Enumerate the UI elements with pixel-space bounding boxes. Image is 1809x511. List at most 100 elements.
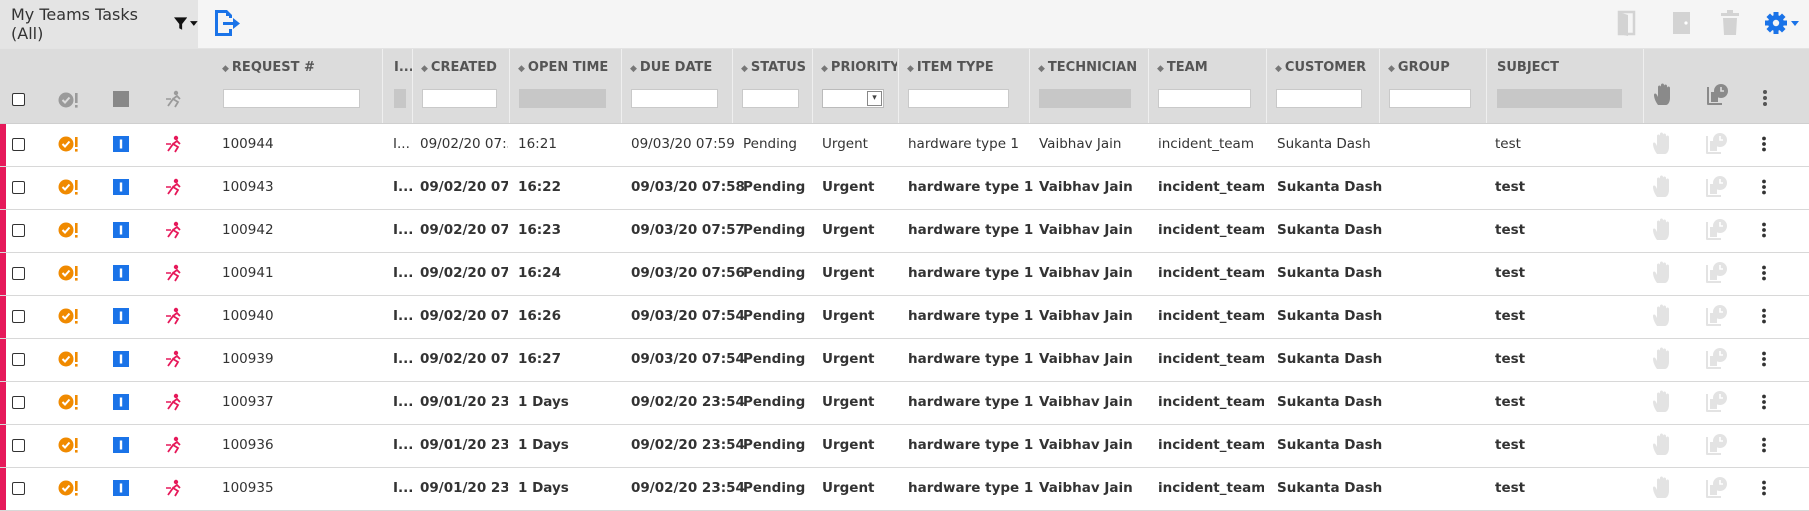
request-link[interactable]: 100942 xyxy=(222,210,274,251)
row-checkbox[interactable] xyxy=(12,310,25,323)
info-icon[interactable] xyxy=(113,308,129,324)
cell-customer: Sukanta Dash xyxy=(1277,265,1383,281)
schedule-icon[interactable] xyxy=(1705,175,1729,199)
column-customer[interactable]: ◆ CUSTOMER xyxy=(1266,49,1379,123)
column-created[interactable]: ◆ CREATED xyxy=(412,49,509,123)
pickup-hand-icon[interactable] xyxy=(1652,261,1674,285)
more-vertical-icon[interactable] xyxy=(1761,480,1767,496)
pickup-hand-icon[interactable] xyxy=(1652,218,1674,242)
group-filter-input[interactable] xyxy=(1389,89,1471,108)
select-all-checkbox[interactable] xyxy=(12,93,25,106)
table-row[interactable]: 100937 I... 09/01/20 23:... 1 Days 09/02… xyxy=(0,382,1809,425)
open-time-filter-input xyxy=(519,89,606,108)
info-icon[interactable] xyxy=(113,351,129,367)
info-icon[interactable] xyxy=(113,437,129,453)
column-i[interactable]: I... xyxy=(382,49,414,123)
row-checkbox[interactable] xyxy=(12,396,25,409)
row-checkbox[interactable] xyxy=(12,138,25,151)
column-priority[interactable]: ◆PRIORITY... ▾ xyxy=(812,49,898,123)
column-due-date[interactable]: ◆ DUE DATE xyxy=(621,49,732,123)
table-row[interactable]: 100941 I... 09/02/20 07:... 16:24 09/03/… xyxy=(0,253,1809,296)
schedule-icon[interactable] xyxy=(1705,261,1729,285)
export-icon[interactable] xyxy=(212,8,242,38)
customer-filter-input[interactable] xyxy=(1276,89,1362,108)
more-vertical-icon[interactable] xyxy=(1761,308,1767,324)
more-vertical-icon[interactable] xyxy=(1761,437,1767,453)
column-request[interactable]: ◆ REQUEST # xyxy=(214,49,382,123)
schedule-icon[interactable] xyxy=(1705,476,1729,500)
schedule-icon[interactable] xyxy=(1705,218,1729,242)
table-row[interactable]: 100942 I... 09/02/20 07:... 16:23 09/03/… xyxy=(0,210,1809,253)
pickup-hand-icon[interactable] xyxy=(1652,132,1674,156)
priority-filter-select[interactable]: ▾ xyxy=(822,89,884,108)
cell-status: Pending xyxy=(743,179,806,195)
more-vertical-icon[interactable] xyxy=(1761,351,1767,367)
info-icon[interactable] xyxy=(113,480,129,496)
row-checkbox[interactable] xyxy=(12,181,25,194)
more-vertical-icon[interactable] xyxy=(1762,89,1768,107)
column-subject[interactable]: SUBJECT xyxy=(1486,49,1643,123)
schedule-icon[interactable] xyxy=(1705,347,1729,371)
column-team[interactable]: ◆ TEAM xyxy=(1148,49,1266,123)
pickup-hand-icon[interactable] xyxy=(1652,433,1674,457)
info-icon[interactable] xyxy=(113,136,129,152)
info-icon[interactable] xyxy=(113,222,129,238)
info-icon[interactable] xyxy=(113,179,129,195)
close-door-icon[interactable] xyxy=(1670,10,1694,36)
cell-item-type: hardware type 1 xyxy=(908,265,1034,281)
pickup-hand-icon[interactable] xyxy=(1652,390,1674,414)
row-checkbox[interactable] xyxy=(12,439,25,452)
request-link[interactable]: 100944 xyxy=(222,124,274,165)
request-filter-input[interactable] xyxy=(223,89,360,108)
request-link[interactable]: 100943 xyxy=(222,167,274,208)
request-link[interactable]: 100939 xyxy=(222,339,274,380)
info-icon[interactable] xyxy=(113,265,129,281)
more-vertical-icon[interactable] xyxy=(1761,394,1767,410)
more-vertical-icon[interactable] xyxy=(1761,222,1767,238)
more-vertical-icon[interactable] xyxy=(1761,265,1767,281)
column-group[interactable]: ◆ GROUP xyxy=(1379,49,1486,123)
status-filter-input[interactable] xyxy=(742,89,799,108)
schedule-icon[interactable] xyxy=(1705,304,1729,328)
schedule-icon[interactable] xyxy=(1705,390,1729,414)
request-link[interactable]: 100935 xyxy=(222,468,274,509)
request-link[interactable]: 100940 xyxy=(222,296,274,337)
due-date-filter-input[interactable] xyxy=(631,89,718,108)
pickup-door-icon[interactable] xyxy=(1616,10,1644,36)
row-checkbox[interactable] xyxy=(12,224,25,237)
column-item-type[interactable]: ◆ ITEM TYPE xyxy=(898,49,1029,123)
info-icon[interactable] xyxy=(113,394,129,410)
table-row[interactable]: 100936 I... 09/01/20 23:... 1 Days 09/02… xyxy=(0,425,1809,468)
pickup-hand-icon[interactable] xyxy=(1652,175,1674,199)
table-row[interactable]: 100939 I... 09/02/20 07:... 16:27 09/03/… xyxy=(0,339,1809,382)
row-checkbox[interactable] xyxy=(12,353,25,366)
more-vertical-icon[interactable] xyxy=(1761,179,1767,195)
request-link[interactable]: 100936 xyxy=(222,425,274,466)
table-row[interactable]: 100935 I... 09/01/20 23:... 1 Days 09/02… xyxy=(0,468,1809,511)
cell-technician: Vaibhav Jain xyxy=(1039,179,1133,195)
request-link[interactable]: 100937 xyxy=(222,382,274,423)
table-row[interactable]: 100944 I... 09/02/20 07:58 16:21 09/03/2… xyxy=(0,124,1809,167)
pickup-hand-icon[interactable] xyxy=(1652,476,1674,500)
column-status[interactable]: ◆ STATUS xyxy=(732,49,812,123)
gear-icon[interactable] xyxy=(1764,11,1800,35)
pickup-hand-icon[interactable] xyxy=(1652,347,1674,371)
cell-status: Pending xyxy=(743,437,806,453)
more-vertical-icon[interactable] xyxy=(1761,136,1767,152)
view-selector[interactable]: My Teams Tasks (All) xyxy=(0,0,198,48)
column-open-time[interactable]: ◆ OPEN TIME xyxy=(509,49,621,123)
table-row[interactable]: 100943 I... 09/02/20 07:... 16:22 09/03/… xyxy=(0,167,1809,210)
column-technician[interactable]: ◆ TECHNICIAN xyxy=(1029,49,1148,123)
table-row[interactable]: 100940 I... 09/02/20 07:... 16:26 09/03/… xyxy=(0,296,1809,339)
trash-icon[interactable] xyxy=(1720,10,1740,36)
schedule-icon[interactable] xyxy=(1705,132,1729,156)
created-filter-input[interactable] xyxy=(422,89,497,108)
row-checkbox[interactable] xyxy=(12,482,25,495)
schedule-icon[interactable] xyxy=(1705,433,1729,457)
row-checkbox[interactable] xyxy=(12,267,25,280)
item-type-filter-input[interactable] xyxy=(908,89,1009,108)
team-filter-input[interactable] xyxy=(1158,89,1251,108)
pickup-hand-icon[interactable] xyxy=(1652,304,1674,328)
column-open-time-label: OPEN TIME xyxy=(527,60,609,75)
request-link[interactable]: 100941 xyxy=(222,253,274,294)
